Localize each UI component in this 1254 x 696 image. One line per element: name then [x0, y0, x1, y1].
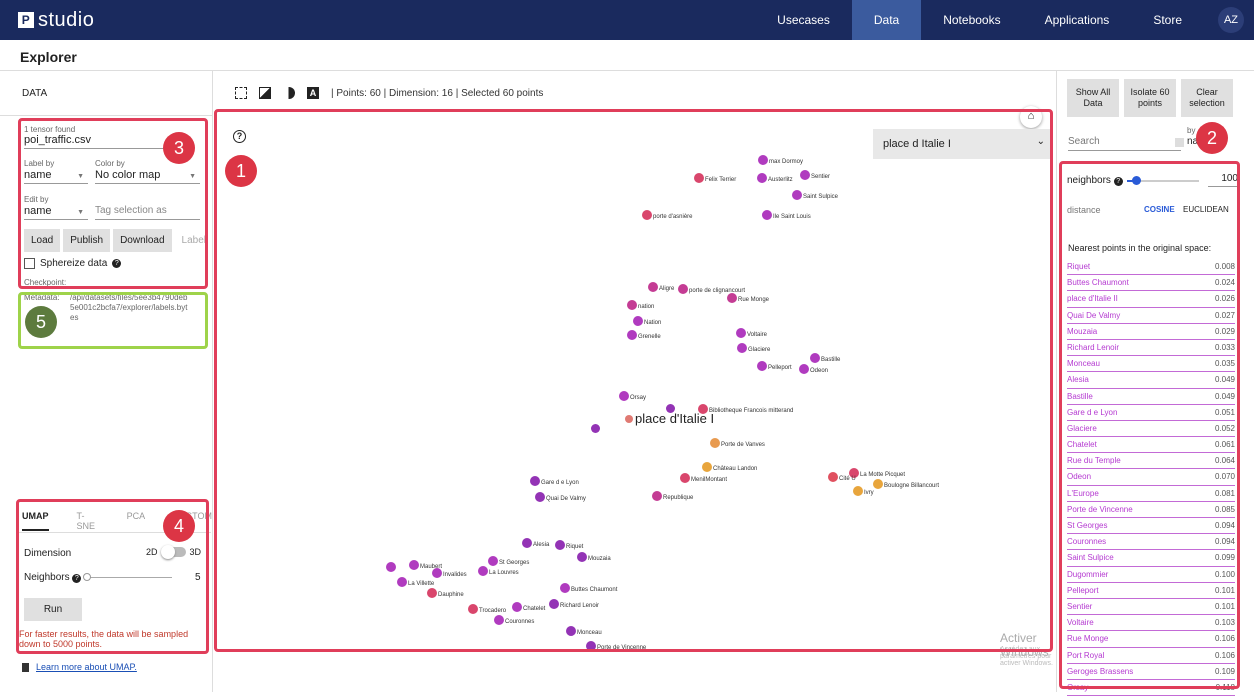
canvas-toolbar: A | Points: 60 | Dimension: 16 | Selecte…	[235, 87, 543, 99]
annotation-badge-1: 1	[225, 155, 257, 187]
annotation-badge-4: 4	[163, 510, 195, 542]
user-avatar[interactable]: AZ	[1218, 7, 1244, 33]
labels-icon[interactable]: A	[307, 87, 319, 99]
isolate-button[interactable]: Isolate 60 points	[1124, 79, 1176, 117]
nav-notebooks[interactable]: Notebooks	[921, 0, 1022, 40]
moon-icon[interactable]	[283, 87, 295, 99]
nav-applications[interactable]: Applications	[1023, 0, 1132, 40]
learn-more-link[interactable]: Learn more about UMAP.	[36, 662, 137, 672]
book-icon	[22, 662, 29, 672]
main-nav: Usecases Data Notebooks Applications Sto…	[755, 0, 1254, 40]
clear-selection-button[interactable]: Clear selection	[1181, 79, 1233, 117]
points-stats: | Points: 60 | Dimension: 16 | Selected …	[331, 87, 544, 99]
top-navbar: Pstudio Usecases Data Notebooks Applicat…	[0, 0, 1254, 40]
selection-icon[interactable]	[235, 87, 247, 99]
annotation-box-2	[1059, 161, 1240, 689]
data-header-divider	[0, 115, 212, 116]
nav-data[interactable]: Data	[851, 0, 922, 40]
show-all-button[interactable]: Show All Data	[1067, 79, 1119, 117]
studio-logo[interactable]: Pstudio	[18, 9, 94, 32]
logo-mark: P	[18, 12, 34, 28]
page-title: Explorer	[20, 49, 77, 65]
by-caption: by	[1187, 126, 1196, 135]
annotation-badge-2: 2	[1196, 122, 1228, 154]
nav-store[interactable]: Store	[1131, 0, 1204, 40]
nav-usecases[interactable]: Usecases	[755, 0, 852, 40]
data-panel-header: DATA	[22, 88, 48, 99]
regex-icon[interactable]	[1175, 138, 1184, 147]
search-input[interactable]: Search	[1068, 136, 1181, 151]
learn-more-row: Learn more about UMAP.	[22, 662, 137, 672]
logo-text: studio	[38, 9, 95, 31]
annotation-badge-3: 3	[163, 132, 195, 164]
night-mode-icon[interactable]	[259, 87, 271, 99]
annotation-box-1	[214, 109, 1053, 652]
annotation-badge-5: 5	[25, 306, 57, 338]
